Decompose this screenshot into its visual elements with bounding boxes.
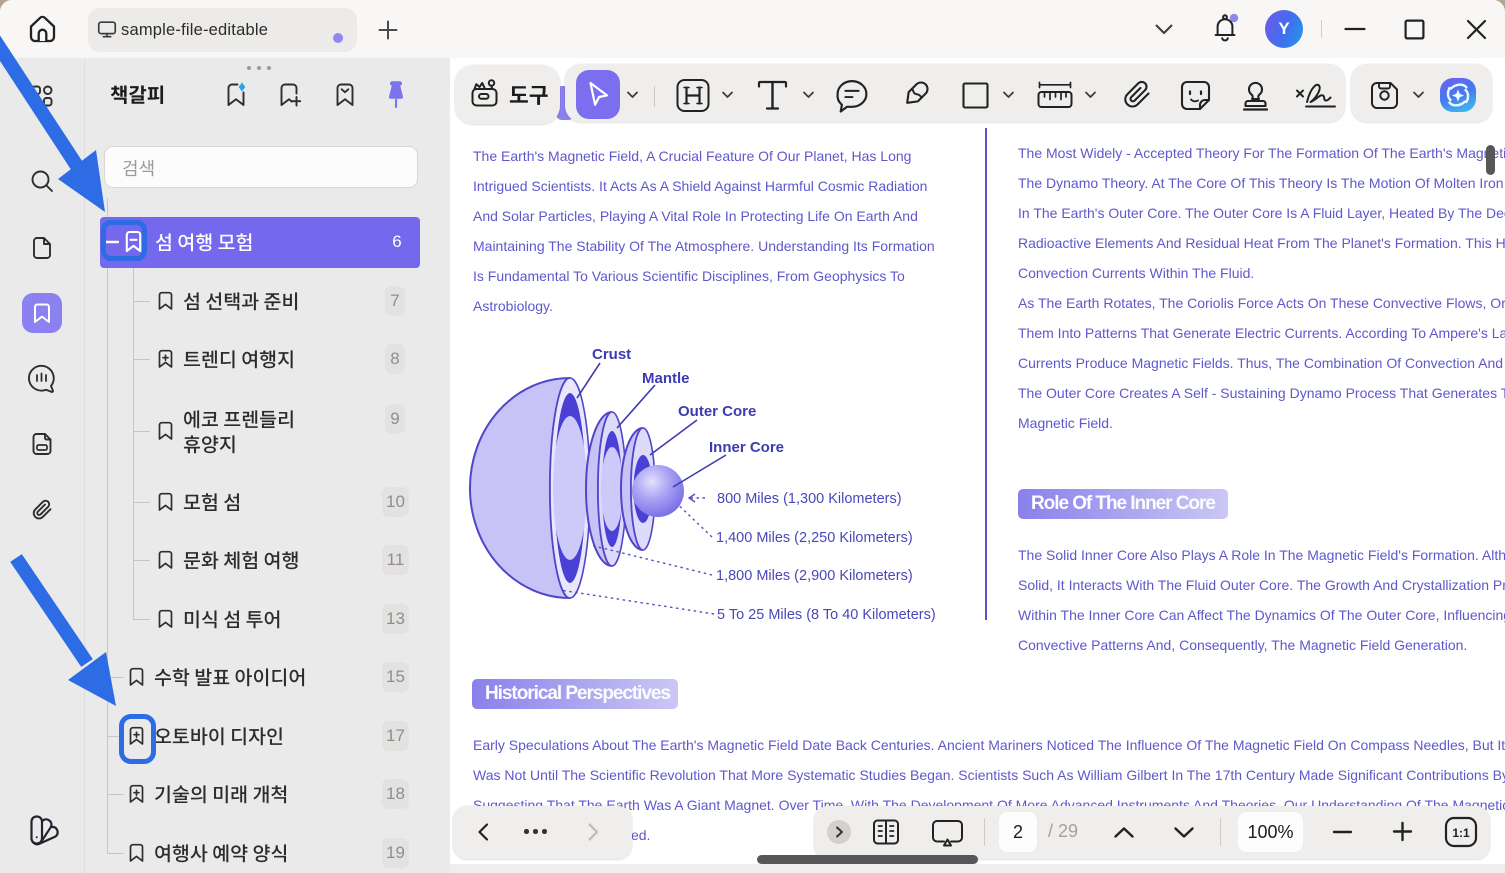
svg-text:1,400 Miles (2,250 Kilometers): 1,400 Miles (2,250 Kilometers) [716,530,913,546]
svg-text:1,800 Miles (2,900 Kilometers): 1,800 Miles (2,900 Kilometers) [716,568,913,584]
svg-text:Crust: Crust [592,346,631,363]
svg-text:1:1: 1:1 [1452,826,1470,840]
svg-text:Mantle: Mantle [642,370,690,387]
svg-text:5 To 25 Miles (8 To 40 Kilomet: 5 To 25 Miles (8 To 40 Kilometers) [717,607,936,623]
svg-text:Inner Core: Inner Core [709,439,784,456]
svg-text:Outer Core: Outer Core [678,403,756,420]
svg-text:800 Miles (1,300 Kilometers): 800 Miles (1,300 Kilometers) [717,491,902,507]
